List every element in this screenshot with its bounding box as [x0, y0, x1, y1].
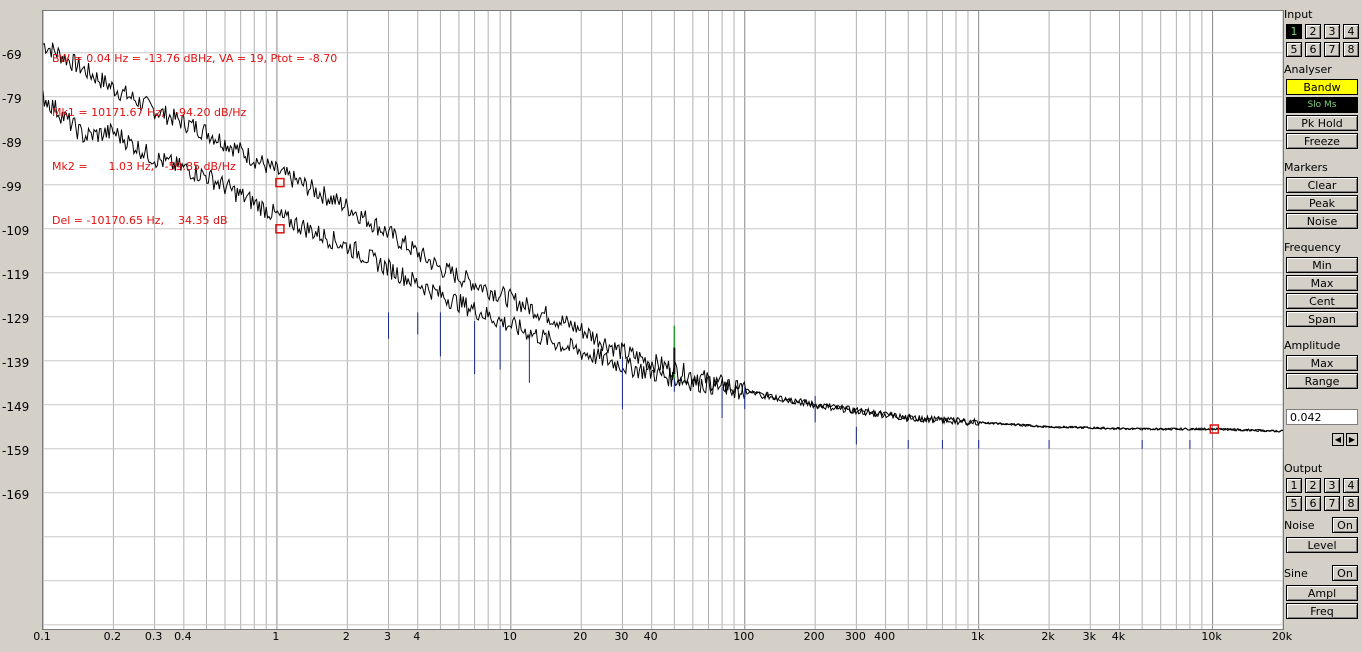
x-tick-label: 3k	[1082, 630, 1096, 643]
y-tick-label: -99	[2, 180, 22, 194]
analyser-section-label: Analyser	[1284, 63, 1332, 76]
output-channel-grid: 1234 5678	[1286, 478, 1360, 511]
right-arrow-icon[interactable]: ▶	[1346, 433, 1358, 446]
freeze-button[interactable]: Freeze	[1286, 133, 1358, 149]
readout-line-4: Del = -10170.65 Hz, 34.35 dB	[52, 214, 228, 227]
speed-display[interactable]: Slo Ms	[1286, 97, 1358, 113]
sine-row: Sine On	[1284, 565, 1360, 581]
sine-frequency-button[interactable]: Freq	[1286, 603, 1358, 619]
y-tick-label: -149	[2, 400, 30, 414]
input-channel-6-button[interactable]: 6	[1305, 42, 1321, 57]
y-tick-label: -159	[2, 444, 30, 458]
output-channel-3-button[interactable]: 3	[1324, 478, 1340, 493]
x-tick-label: 30	[614, 630, 629, 643]
input-channel-7-button[interactable]: 7	[1324, 42, 1340, 57]
y-tick-label: -109	[2, 224, 30, 238]
markers-section-label: Markers	[1284, 161, 1328, 174]
x-tick-label: 20	[573, 630, 588, 643]
peak-marker-button[interactable]: Peak	[1286, 195, 1358, 211]
output-channel-2-button[interactable]: 2	[1305, 478, 1321, 493]
y-tick-label: -89	[2, 136, 22, 150]
x-tick-label: 0.1	[33, 630, 51, 643]
marker-readout: BW = 0.04 Hz = -13.76 dBHz, VA = 19, Pto…	[52, 14, 337, 248]
x-tick-label: 100	[733, 630, 755, 643]
output-channel-5-button[interactable]: 5	[1286, 496, 1302, 511]
sine-label: Sine	[1284, 566, 1308, 580]
y-tick-label: -119	[2, 268, 30, 282]
control-panel: Input 12345678 Analyser Bandw Slo Ms Pk …	[1284, 8, 1360, 621]
readout-line-3: Mk2 = 1.03 Hz, -59.85 dB/Hz	[52, 160, 236, 173]
output-channel-6-button[interactable]: 6	[1305, 496, 1321, 511]
y-tick-label: -169	[2, 488, 30, 502]
output-section-label: Output	[1284, 462, 1323, 475]
frequency-section-label: Frequency	[1284, 241, 1341, 254]
output-channel-8-button[interactable]: 8	[1343, 496, 1359, 511]
x-tick-label: 300	[844, 630, 866, 643]
noise-label: Noise	[1284, 518, 1315, 532]
clear-markers-button[interactable]: Clear	[1286, 177, 1358, 193]
x-tick-label: 2k	[1041, 630, 1055, 643]
input-channel-3-button[interactable]: 3	[1324, 24, 1340, 39]
input-channel-8-button[interactable]: 8	[1343, 42, 1359, 57]
x-tick-label: 4k	[1111, 630, 1126, 643]
value-field[interactable]: 0.042	[1286, 409, 1358, 425]
frequency-center-button[interactable]: Cent	[1286, 293, 1358, 309]
input-section-label: Input	[1284, 8, 1313, 21]
left-arrow-icon[interactable]: ◀	[1332, 433, 1344, 446]
frequency-min-button[interactable]: Min	[1286, 257, 1358, 273]
y-tick-label: -79	[2, 92, 22, 106]
frequency-max-button[interactable]: Max	[1286, 275, 1358, 291]
input-channel-2-button[interactable]: 2	[1305, 24, 1321, 39]
output-channel-7-button[interactable]: 7	[1324, 496, 1340, 511]
value-arrows: ◀ ▶	[1284, 433, 1358, 446]
y-tick-label: -129	[2, 312, 30, 326]
x-tick-label: 1	[272, 630, 280, 643]
output-channel-1-button[interactable]: 1	[1286, 478, 1302, 493]
y-tick-label: -69	[2, 48, 22, 62]
x-tick-label: 10k	[1201, 630, 1222, 643]
readout-line-1: BW = 0.04 Hz = -13.76 dBHz, VA = 19, Pto…	[52, 52, 338, 65]
amplitude-range-button[interactable]: Range	[1286, 373, 1358, 389]
x-tick-label: 400	[874, 630, 896, 643]
input-channel-4-button[interactable]: 4	[1343, 24, 1359, 39]
peak-hold-button[interactable]: Pk Hold	[1286, 115, 1358, 131]
x-tick-label: 20k	[1271, 630, 1293, 643]
amplitude-max-button[interactable]: Max	[1286, 355, 1358, 371]
readout-line-2: Mk1 = 10171.67 Hz, -94.20 dB/Hz	[52, 106, 247, 119]
x-tick-label: 4	[413, 630, 421, 643]
x-tick-label: 0.3	[144, 630, 163, 643]
sine-on-button[interactable]: On	[1332, 565, 1358, 581]
input-channel-1-button[interactable]: 1	[1286, 24, 1302, 39]
noise-row: Noise On	[1284, 517, 1360, 533]
input-channel-5-button[interactable]: 5	[1286, 42, 1302, 57]
x-tick-label: 10	[502, 630, 517, 643]
sine-amplitude-button[interactable]: Ampl	[1286, 585, 1358, 601]
x-tick-label: 0.4	[174, 630, 192, 643]
input-channel-grid: 1234 5678	[1286, 24, 1360, 57]
noise-level-button[interactable]: Level	[1286, 537, 1358, 553]
x-tick-label: 2	[342, 630, 350, 643]
x-tick-label: 1k	[970, 630, 985, 643]
output-channel-4-button[interactable]: 4	[1343, 478, 1359, 493]
x-tick-label: 40	[643, 630, 658, 643]
y-tick-label: -139	[2, 356, 30, 370]
bandwidth-button[interactable]: Bandw	[1286, 79, 1358, 95]
noise-marker-button[interactable]: Noise	[1286, 213, 1358, 229]
frequency-span-button[interactable]: Span	[1286, 311, 1358, 327]
x-tick-label: 0.2	[103, 630, 122, 643]
x-tick-label: 3	[384, 630, 392, 643]
x-tick-label: 200	[803, 630, 825, 643]
noise-on-button[interactable]: On	[1332, 517, 1358, 533]
amplitude-section-label: Amplitude	[1284, 339, 1341, 352]
